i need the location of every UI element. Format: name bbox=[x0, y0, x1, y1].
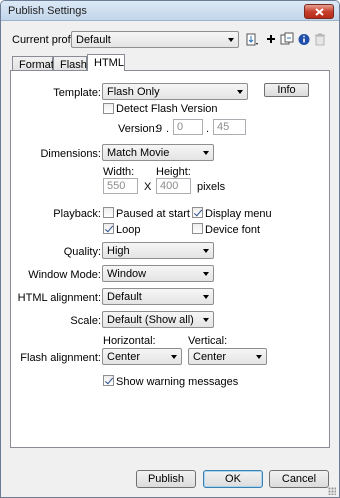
window-mode-select[interactable]: Window bbox=[102, 265, 214, 282]
tab-html[interactable]: HTML bbox=[87, 54, 125, 71]
vertical-alignment-value: Center bbox=[193, 351, 227, 363]
vertical-label: Vertical: bbox=[188, 335, 228, 347]
template-info-button[interactable]: Info bbox=[264, 83, 309, 97]
loop-label: Loop bbox=[116, 224, 141, 236]
version-rev-value: 45 bbox=[217, 121, 230, 133]
version-dot: . bbox=[166, 123, 170, 135]
display-menu-label: Display menu bbox=[205, 208, 272, 220]
version-rev-input[interactable]: 45 bbox=[213, 119, 246, 135]
html-alignment-label: HTML alignment: bbox=[17, 292, 101, 304]
html-alignment-select[interactable]: Default bbox=[102, 288, 214, 305]
publish-button[interactable]: Publish bbox=[136, 470, 196, 488]
close-button[interactable] bbox=[304, 4, 334, 19]
dimensions-value: Match Movie bbox=[107, 147, 170, 159]
window-title: Publish Settings bbox=[8, 5, 87, 17]
plus-icon bbox=[267, 35, 275, 43]
html-alignment-value: Default bbox=[107, 291, 142, 303]
chevron-down-icon bbox=[203, 318, 209, 322]
loop-checkbox[interactable] bbox=[103, 223, 114, 234]
close-icon bbox=[315, 8, 324, 16]
paused-at-start-label: Paused at start bbox=[116, 208, 190, 220]
paused-at-start-checkbox[interactable] bbox=[103, 207, 114, 218]
info-button-label: Info bbox=[277, 84, 296, 96]
duplicate-icon bbox=[280, 32, 294, 45]
height-input[interactable]: 400 bbox=[156, 178, 191, 194]
profile-properties-button[interactable] bbox=[297, 32, 311, 47]
scale-label: Scale: bbox=[70, 315, 101, 327]
horizontal-alignment-select[interactable]: Center bbox=[102, 348, 182, 365]
window-mode-label: Window Mode: bbox=[28, 269, 101, 281]
dimensions-x-separator: X bbox=[144, 181, 152, 193]
template-label: Template: bbox=[53, 87, 101, 99]
tab-flash[interactable]: Flash bbox=[53, 56, 87, 71]
ok-button[interactable]: OK bbox=[203, 470, 263, 488]
window-mode-value: Window bbox=[107, 268, 147, 280]
quality-value: High bbox=[107, 245, 130, 257]
template-select[interactable]: Flash Only bbox=[102, 83, 248, 100]
dimensions-label: Dimensions: bbox=[40, 148, 101, 160]
chevron-down-icon bbox=[256, 355, 262, 359]
version-dot: . bbox=[206, 123, 210, 135]
html-settings-panel: Template: Flash Only Info Detect Flash V… bbox=[10, 70, 330, 448]
scale-select[interactable]: Default (Show all) bbox=[102, 311, 214, 328]
chevron-down-icon bbox=[171, 355, 177, 359]
dialog-content: Current profile: Default Formats Flash H… bbox=[2, 22, 338, 497]
chevron-down-icon bbox=[203, 272, 209, 276]
tab-html-label: HTML bbox=[94, 57, 124, 69]
display-menu-checkbox[interactable] bbox=[192, 207, 203, 218]
playback-label: Playback: bbox=[53, 208, 101, 220]
publish-button-label: Publish bbox=[147, 473, 185, 485]
chevron-down-icon bbox=[203, 151, 209, 155]
quality-select[interactable]: High bbox=[102, 242, 214, 259]
profile-select[interactable]: Default bbox=[71, 31, 239, 48]
create-profile-button[interactable] bbox=[265, 32, 279, 47]
device-font-checkbox[interactable] bbox=[192, 223, 203, 234]
show-warnings-label: Show warning messages bbox=[116, 376, 239, 388]
template-value: Flash Only bbox=[107, 86, 160, 98]
height-value: 400 bbox=[160, 180, 179, 192]
info-icon bbox=[298, 34, 310, 45]
trash-icon bbox=[315, 33, 325, 46]
device-font-label: Device font bbox=[205, 224, 261, 236]
quality-label: Quality: bbox=[63, 246, 101, 258]
chevron-down-icon bbox=[237, 90, 243, 94]
width-label: Width: bbox=[103, 166, 135, 178]
cancel-button-label: Cancel bbox=[281, 473, 317, 485]
duplicate-profile-button[interactable] bbox=[280, 32, 294, 47]
dimensions-select[interactable]: Match Movie bbox=[102, 144, 214, 161]
resize-grip[interactable] bbox=[328, 487, 336, 495]
width-value: 550 bbox=[107, 180, 126, 192]
chevron-down-icon bbox=[203, 295, 209, 299]
cancel-button[interactable]: Cancel bbox=[269, 470, 329, 488]
chevron-down-icon bbox=[228, 38, 234, 42]
chevron-down-icon bbox=[203, 249, 209, 253]
vertical-alignment-select[interactable]: Center bbox=[188, 348, 267, 365]
version-minor-value: 0 bbox=[177, 121, 184, 133]
profile-value: Default bbox=[76, 34, 111, 46]
ok-button-label: OK bbox=[225, 473, 241, 485]
version-major: 9 bbox=[156, 123, 163, 135]
width-input[interactable]: 550 bbox=[103, 178, 138, 194]
publish-settings-window: Publish Settings Current profile: Defaul… bbox=[0, 0, 340, 498]
tab-formats[interactable]: Formats bbox=[12, 56, 59, 71]
version-minor-input[interactable]: 0 bbox=[173, 119, 203, 135]
detect-flash-version-checkbox[interactable] bbox=[103, 103, 114, 114]
horizontal-label: Horizontal: bbox=[103, 335, 156, 347]
title-bar[interactable]: Publish Settings bbox=[1, 1, 339, 21]
detect-flash-version-label: Detect Flash Version bbox=[116, 103, 218, 115]
delete-profile-button[interactable] bbox=[314, 32, 328, 47]
version-label: Version: bbox=[118, 123, 158, 135]
show-warnings-checkbox[interactable] bbox=[103, 375, 114, 386]
import-export-profile-button[interactable] bbox=[245, 32, 259, 47]
import-export-icon bbox=[246, 33, 258, 46]
flash-alignment-label: Flash alignment: bbox=[20, 352, 101, 364]
pixels-unit: pixels bbox=[197, 181, 226, 193]
horizontal-alignment-value: Center bbox=[107, 351, 141, 363]
scale-value: Default (Show all) bbox=[107, 314, 194, 326]
height-label: Height: bbox=[156, 166, 191, 178]
